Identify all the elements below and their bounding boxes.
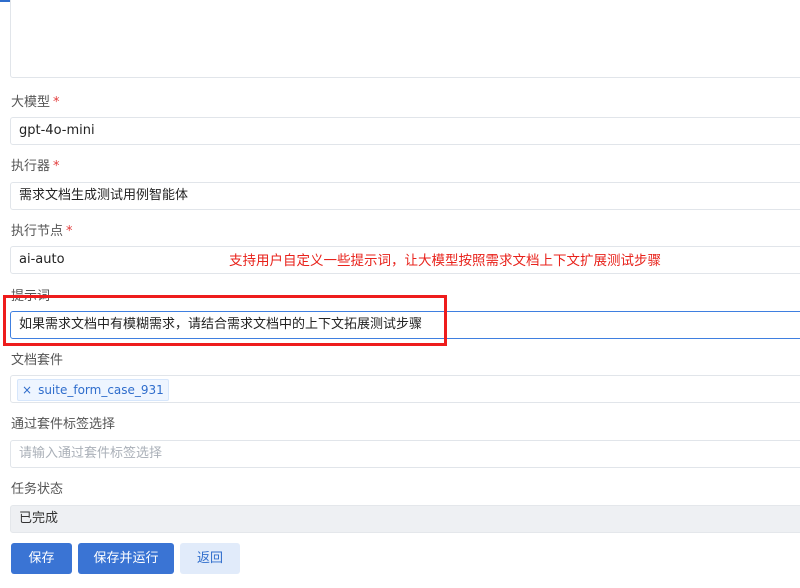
node-label: 执行节点 *	[11, 224, 73, 239]
suite-label: 文档套件	[11, 353, 64, 368]
suite-select[interactable]: × suite_form_case_931	[10, 375, 800, 403]
required-mark: *	[53, 95, 60, 110]
model-select[interactable]: gpt-4o-mini	[10, 117, 800, 145]
model-label: 大模型 *	[11, 95, 60, 110]
executor-label: 执行器 *	[11, 159, 60, 174]
back-button[interactable]: 返回	[180, 543, 240, 574]
prompt-label: 提示词	[11, 289, 51, 304]
required-mark: *	[53, 159, 60, 174]
suite-tag: × suite_form_case_931	[17, 379, 169, 401]
suite-tag-label: 通过套件标签选择	[11, 417, 116, 432]
suite-tag-input[interactable]: 请输入通过套件标签选择	[10, 440, 800, 468]
prompt-input[interactable]: 如果需求文档中有模糊需求，请结合需求文档中的上下文拓展测试步骤	[10, 311, 800, 339]
required-mark: *	[66, 224, 73, 239]
suite-tag-label: suite_form_case_931	[38, 383, 164, 397]
status-label: 任务状态	[11, 482, 64, 497]
executor-select[interactable]: 需求文档生成测试用例智能体	[10, 182, 800, 210]
status-field: 已完成	[10, 505, 800, 533]
annotation-text: 支持用户自定义一些提示词，让大模型按照需求文档上下文扩展测试步骤	[229, 253, 661, 269]
description-textarea[interactable]	[10, 0, 800, 78]
save-and-run-button[interactable]: 保存并运行	[78, 543, 174, 574]
close-icon[interactable]: ×	[22, 383, 32, 397]
save-button[interactable]: 保存	[11, 543, 72, 574]
